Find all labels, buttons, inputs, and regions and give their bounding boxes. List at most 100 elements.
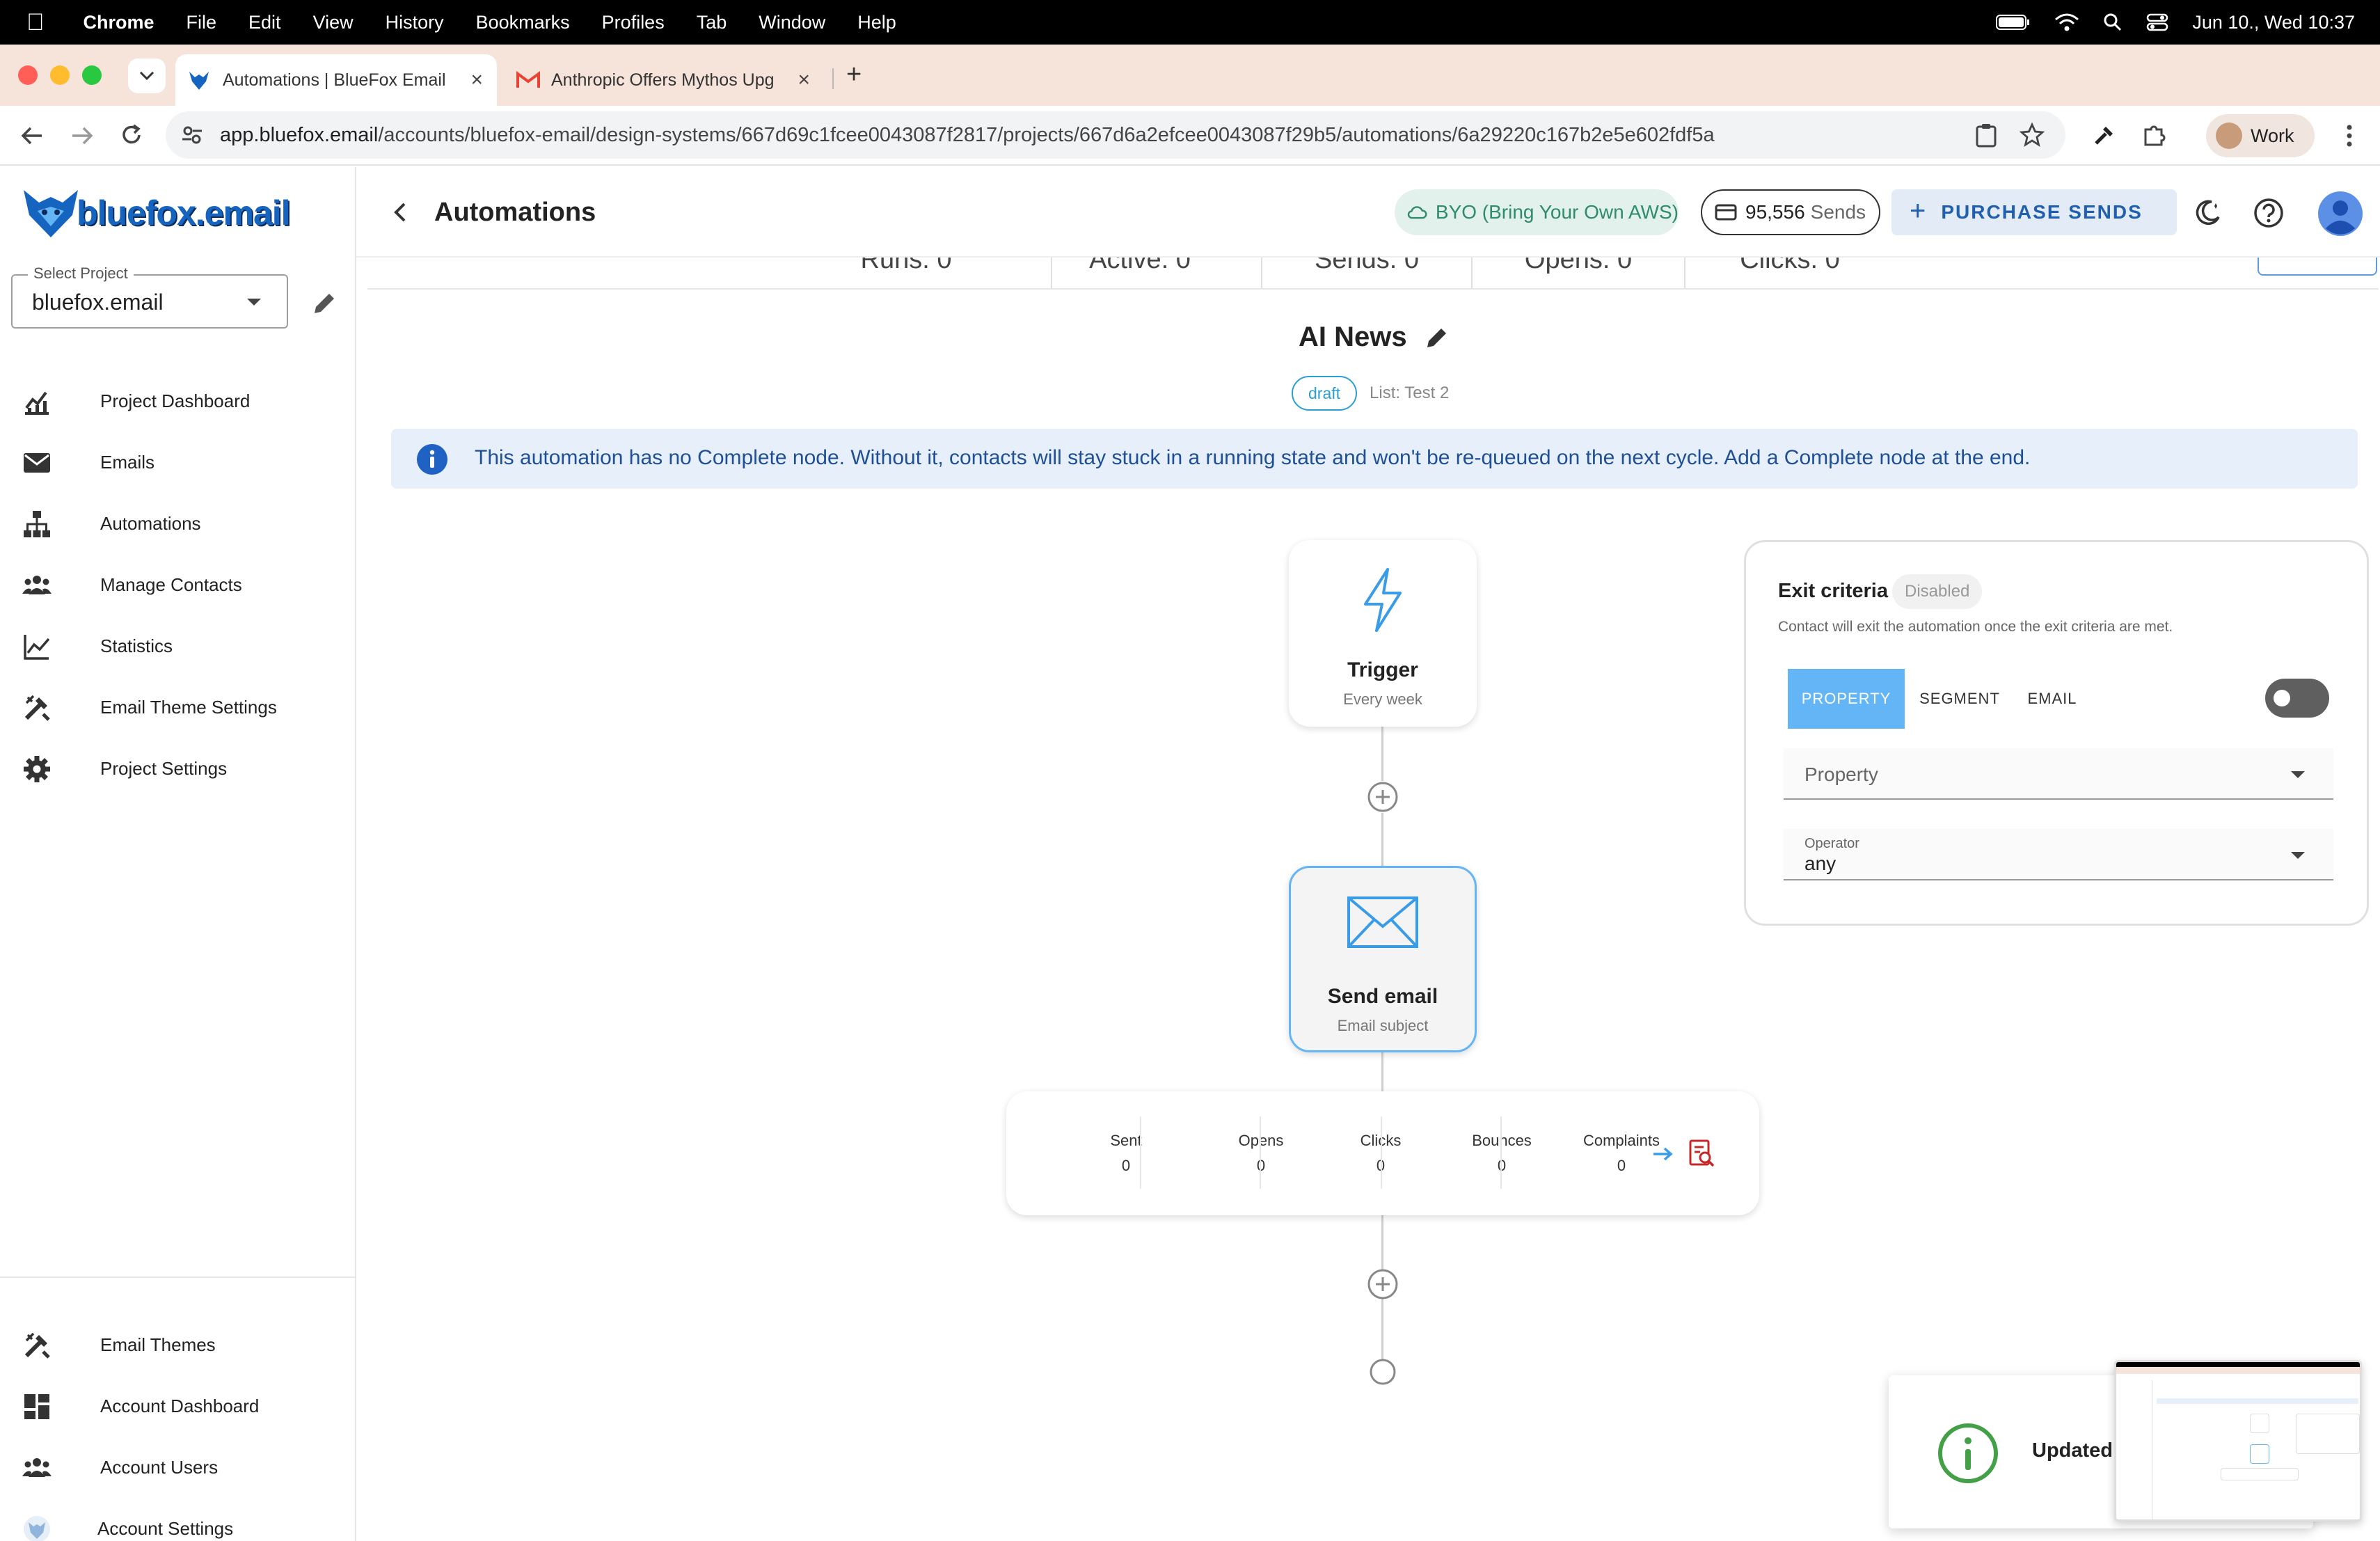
sidebar-item-statistics[interactable]: Statistics xyxy=(0,619,355,672)
menu-view[interactable]: View xyxy=(313,12,354,33)
send-email-node[interactable]: Send email Email subject xyxy=(1289,866,1477,1052)
report-search-icon[interactable] xyxy=(1688,1139,1716,1168)
battery-icon[interactable] xyxy=(1996,14,2031,31)
exit-criteria-panel: Exit criteria Disabled Contact will exit… xyxy=(1744,540,2369,926)
add-step-plus-icon[interactable] xyxy=(1367,781,1399,813)
control-center-icon[interactable] xyxy=(2146,13,2168,32)
extensions-puzzle-icon[interactable] xyxy=(2142,123,2167,148)
operator-label: Operator xyxy=(1804,836,1859,851)
operator-select[interactable]: Operator any xyxy=(1784,829,2333,880)
grid-icon xyxy=(24,1394,49,1419)
sidebar-item-account-users[interactable]: Account Users xyxy=(0,1441,355,1494)
site-info-icon[interactable] xyxy=(181,124,203,146)
menu-history[interactable]: History xyxy=(386,12,444,33)
sends-label: Sends xyxy=(1810,201,1866,223)
sidebar-item-email-theme-settings[interactable]: Email Theme Settings xyxy=(0,681,355,734)
byo-badge[interactable]: BYO (Bring Your Own AWS) xyxy=(1395,189,1679,235)
thumb-alert xyxy=(2157,1398,2358,1404)
window-close-button[interactable] xyxy=(18,65,38,85)
menu-file[interactable]: File xyxy=(187,12,217,33)
tab-property[interactable]: PROPERTY xyxy=(1788,669,1905,729)
forward-arrow-icon[interactable] xyxy=(70,124,95,148)
clipboard-icon[interactable] xyxy=(1975,123,1997,148)
sidebar-item-label: Email Themes xyxy=(100,1334,216,1355)
kebab-menu-icon[interactable] xyxy=(2341,123,2358,149)
sidebar-item-automations[interactable]: Automations xyxy=(0,497,355,550)
menu-edit[interactable]: Edit xyxy=(248,12,281,33)
status-badge: draft xyxy=(1292,376,1358,411)
sidebar-item-label: Emails xyxy=(100,451,155,473)
project-select-label: Select Project xyxy=(28,264,134,283)
eyedropper-extension-icon[interactable] xyxy=(2092,123,2117,148)
bookmark-star-icon[interactable] xyxy=(2020,123,2045,148)
gmail-favicon-icon xyxy=(516,71,540,88)
dark-mode-moon-icon[interactable] xyxy=(2193,199,2221,227)
sidebar-item-project-settings[interactable]: Project Settings xyxy=(0,742,355,795)
sidebar-item-account-dashboard[interactable]: Account Dashboard xyxy=(0,1380,355,1432)
sidebar-item-emails[interactable]: Emails xyxy=(0,436,355,489)
edit-project-pencil-icon[interactable] xyxy=(312,290,338,316)
profile-chip[interactable]: Work xyxy=(2206,114,2315,157)
wifi-icon[interactable] xyxy=(2054,13,2079,32)
window-zoom-button[interactable] xyxy=(82,65,102,85)
tab-search-button[interactable] xyxy=(128,58,166,93)
menu-tab[interactable]: Tab xyxy=(697,12,727,33)
stat-divider xyxy=(1261,258,1262,288)
tab-automations[interactable]: Automations | BlueFox Email × xyxy=(175,54,497,106)
sitemap-icon xyxy=(24,511,50,537)
arrow-right-icon[interactable] xyxy=(1652,1146,1674,1162)
property-select[interactable]: Property xyxy=(1784,748,2333,800)
tab-email[interactable]: EMAIL xyxy=(2013,669,2091,729)
stats-action-button[interactable] xyxy=(2258,258,2377,276)
menu-window[interactable]: Window xyxy=(759,12,825,33)
apple-icon[interactable]:  xyxy=(26,9,45,36)
tab-segment[interactable]: SEGMENT xyxy=(1906,669,2013,729)
address-bar[interactable]: app.bluefox.email/accounts/bluefox-email… xyxy=(166,111,2065,159)
back-arrow-icon[interactable] xyxy=(19,124,45,148)
byo-text: BYO (Bring Your Own AWS) xyxy=(1435,201,1679,223)
tab-label: SEGMENT xyxy=(1919,690,2000,707)
project-select[interactable]: Select Project bluefox.email xyxy=(11,264,288,329)
sidebar-item-project-dashboard[interactable]: Project Dashboard xyxy=(0,374,355,427)
sidebar-item-label: Project Settings xyxy=(100,757,228,779)
menu-profiles[interactable]: Profiles xyxy=(602,12,665,33)
url-path: /accounts/bluefox-email/design-systems/6… xyxy=(378,123,1715,146)
sidebar-item-manage-contacts[interactable]: Manage Contacts xyxy=(0,558,355,611)
tab-title: Automations | BlueFox Email xyxy=(223,70,446,90)
trigger-node[interactable]: Trigger Every week xyxy=(1289,540,1477,727)
help-icon[interactable] xyxy=(2253,198,2284,228)
sidebar-item-account-settings[interactable]: Account Settings xyxy=(0,1502,355,1541)
sidebar-divider xyxy=(0,1277,355,1278)
sidebar-item-label: Account Dashboard xyxy=(100,1395,260,1416)
reload-icon[interactable] xyxy=(120,123,143,148)
screenshot-thumbnail[interactable] xyxy=(2114,1360,2362,1522)
exit-criteria-toggle[interactable] xyxy=(2265,679,2329,718)
tab-anthropic[interactable]: Anthropic Offers Mythos Upg × xyxy=(504,54,824,106)
page-title: Automations xyxy=(434,198,596,227)
edit-name-pencil-icon[interactable] xyxy=(1425,324,1450,349)
spotlight-search-icon[interactable] xyxy=(2103,13,2123,32)
complete-node-alert: This automation has no Complete node. Wi… xyxy=(391,429,2358,489)
purchase-sends-button[interactable]: + PURCHASE SENDS xyxy=(1891,189,2177,235)
menu-help[interactable]: Help xyxy=(857,12,896,33)
thumb-metrics xyxy=(2221,1468,2299,1480)
tab-close-icon[interactable]: × xyxy=(470,68,483,92)
mac-menu-bar:  Chrome File Edit View History Bookmark… xyxy=(0,0,2380,45)
menu-clock[interactable]: Jun 10., Wed 10:37 xyxy=(2192,12,2355,33)
new-tab-button[interactable]: + xyxy=(846,60,862,90)
stat-active: Active: 0 xyxy=(1089,258,1191,274)
user-avatar-icon[interactable] xyxy=(2317,191,2363,237)
people-icon xyxy=(22,1458,51,1477)
logo[interactable]: bluefox.email xyxy=(21,185,291,241)
end-node-circle-icon[interactable] xyxy=(1368,1357,1397,1386)
menu-app-name[interactable]: Chrome xyxy=(84,12,154,33)
add-step-plus-icon[interactable] xyxy=(1367,1268,1399,1300)
metric-opens: Opens 0 xyxy=(1141,1091,1284,1214)
window-minimize-button[interactable] xyxy=(50,65,70,85)
tab-close-icon[interactable]: × xyxy=(798,68,810,92)
menu-bookmarks[interactable]: Bookmarks xyxy=(476,12,570,33)
sends-badge[interactable]: 95,556 Sends xyxy=(1701,189,1880,235)
exit-criteria-title: Exit criteria xyxy=(1778,580,1888,602)
back-chevron-icon[interactable] xyxy=(392,202,408,223)
sidebar-item-email-themes[interactable]: Email Themes xyxy=(0,1318,355,1371)
